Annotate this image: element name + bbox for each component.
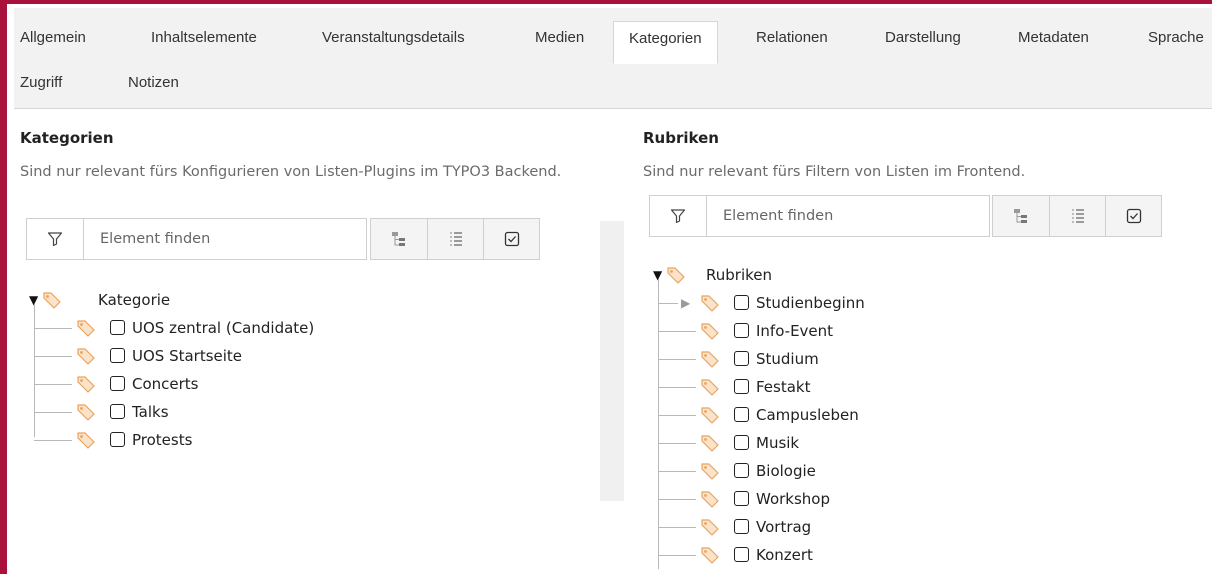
tag-icon — [667, 267, 685, 284]
tab-bar: Allgemein Inhaltselemente Veranstaltungs… — [14, 8, 1212, 109]
tree-item[interactable]: Info-Event — [653, 318, 973, 346]
tab-inhaltselemente[interactable]: Inhaltselemente — [151, 21, 257, 55]
item-checkbox[interactable] — [734, 323, 749, 338]
tab-metadaten[interactable]: Metadaten — [1018, 21, 1089, 55]
tree-item-label: Studium — [756, 350, 819, 368]
hierarchy-icon[interactable] — [371, 219, 427, 259]
tree-item-label: Musik — [756, 434, 800, 452]
rubriken-filter — [649, 195, 990, 237]
tree-item[interactable]: Studium — [653, 346, 973, 374]
tree-item[interactable]: UOS Startseite — [29, 343, 349, 371]
item-checkbox[interactable] — [734, 491, 749, 506]
tree-item-label: Protests — [132, 431, 193, 449]
tag-icon — [701, 379, 719, 396]
item-checkbox[interactable] — [734, 295, 749, 310]
tree-root-node: ▼ Kategorie — [29, 287, 349, 437]
tag-icon — [77, 376, 95, 393]
tree-item-label: Biologie — [756, 462, 816, 480]
tag-icon — [701, 463, 719, 480]
list-icon[interactable] — [1049, 196, 1105, 236]
item-checkbox[interactable] — [734, 379, 749, 394]
item-checkbox[interactable] — [110, 432, 125, 447]
item-checkbox[interactable] — [734, 435, 749, 450]
tag-icon — [77, 348, 95, 365]
tree-item[interactable]: Talks — [29, 399, 349, 427]
item-checkbox[interactable] — [110, 320, 125, 335]
rubriken-description: Sind nur relevant fürs Filtern von Liste… — [643, 164, 1026, 180]
item-checkbox[interactable] — [734, 547, 749, 562]
tag-icon — [701, 547, 719, 564]
rubriken-title: Rubriken — [643, 129, 719, 147]
kategorien-filter — [26, 218, 367, 260]
tree-root-label: Kategorie — [98, 291, 171, 309]
tag-icon — [701, 295, 719, 312]
tree-item[interactable]: Festakt — [653, 374, 973, 402]
kategorien-description: Sind nur relevant fürs Konfigurieren von… — [20, 164, 562, 180]
kategorien-tree-toolbar — [370, 218, 540, 260]
tree-item-label: Talks — [132, 403, 169, 421]
tab-notizen[interactable]: Notizen — [128, 66, 179, 100]
tree-item[interactable]: UOS zentral (Candidate) — [29, 315, 349, 343]
tree-item-label: Concerts — [132, 375, 199, 393]
tab-darstellung[interactable]: Darstellung — [885, 21, 961, 55]
tree-item[interactable]: Concerts — [29, 371, 349, 399]
expand-arrow-icon[interactable]: ▶ — [681, 290, 690, 316]
kategorien-title: Kategorien — [20, 129, 114, 147]
tab-relationen[interactable]: Relationen — [756, 21, 828, 55]
tag-icon — [701, 519, 719, 536]
tag-icon — [701, 491, 719, 508]
tree-item[interactable]: Vortrag — [653, 514, 973, 542]
tab-medien[interactable]: Medien — [535, 21, 584, 55]
tag-icon — [77, 432, 95, 449]
tag-icon — [701, 407, 719, 424]
scrollbar-track[interactable] — [600, 221, 624, 501]
tree-item-label: Info-Event — [756, 322, 834, 340]
tab-allgemein[interactable]: Allgemein — [20, 21, 86, 55]
rubriken-search-input[interactable] — [707, 196, 989, 236]
tree-item-label: Vortrag — [756, 518, 812, 536]
tree-item[interactable]: Protests — [29, 427, 349, 455]
item-checkbox[interactable] — [734, 463, 749, 478]
tree-item-label: Studienbeginn — [756, 294, 865, 312]
tree-item[interactable]: ▶ Studienbeginn — [653, 290, 973, 318]
item-checkbox[interactable] — [734, 351, 749, 366]
hierarchy-icon[interactable] — [993, 196, 1049, 236]
tree-item-label: UOS zentral (Candidate) — [132, 319, 315, 337]
tab-zugriff[interactable]: Zugriff — [20, 66, 62, 100]
tag-icon — [701, 351, 719, 368]
filter-icon[interactable] — [650, 196, 707, 236]
tag-icon — [43, 292, 61, 309]
tree-item-label: Festakt — [756, 378, 811, 396]
filter-icon[interactable] — [27, 219, 84, 259]
tree-item[interactable]: Musik — [653, 430, 973, 458]
tab-kategorien[interactable]: Kategorien — [613, 21, 718, 64]
item-checkbox[interactable] — [734, 519, 749, 534]
tree-item-label: Campusleben — [756, 406, 859, 424]
checkbox-check-icon[interactable] — [483, 219, 539, 259]
tree-root-node: ▼ Rubriken — [653, 262, 973, 569]
rubriken-tree-toolbar — [992, 195, 1162, 237]
tag-icon — [77, 320, 95, 337]
item-checkbox[interactable] — [110, 376, 125, 391]
checkbox-check-icon[interactable] — [1105, 196, 1161, 236]
item-checkbox[interactable] — [110, 404, 125, 419]
tree-item[interactable]: Biologie — [653, 458, 973, 486]
tree-item-label: UOS Startseite — [132, 347, 243, 365]
item-checkbox[interactable] — [110, 348, 125, 363]
tree-item[interactable]: Konzert — [653, 542, 973, 570]
tree-root-label: Rubriken — [706, 266, 772, 284]
tab-veranstaltungsdetails[interactable]: Veranstaltungsdetails — [322, 21, 465, 55]
tag-icon — [701, 435, 719, 452]
form-frame: Allgemein Inhaltselemente Veranstaltungs… — [0, 0, 1212, 574]
list-icon[interactable] — [427, 219, 483, 259]
tag-icon — [77, 404, 95, 421]
tree-item-label: Workshop — [756, 490, 831, 508]
tag-icon — [701, 323, 719, 340]
tree-item[interactable]: Workshop — [653, 486, 973, 514]
tree-item[interactable]: Campusleben — [653, 402, 973, 430]
item-checkbox[interactable] — [734, 407, 749, 422]
tree-item-label: Konzert — [756, 546, 813, 564]
tab-sprache[interactable]: Sprache — [1148, 21, 1204, 55]
kategorien-search-input[interactable] — [84, 219, 366, 259]
